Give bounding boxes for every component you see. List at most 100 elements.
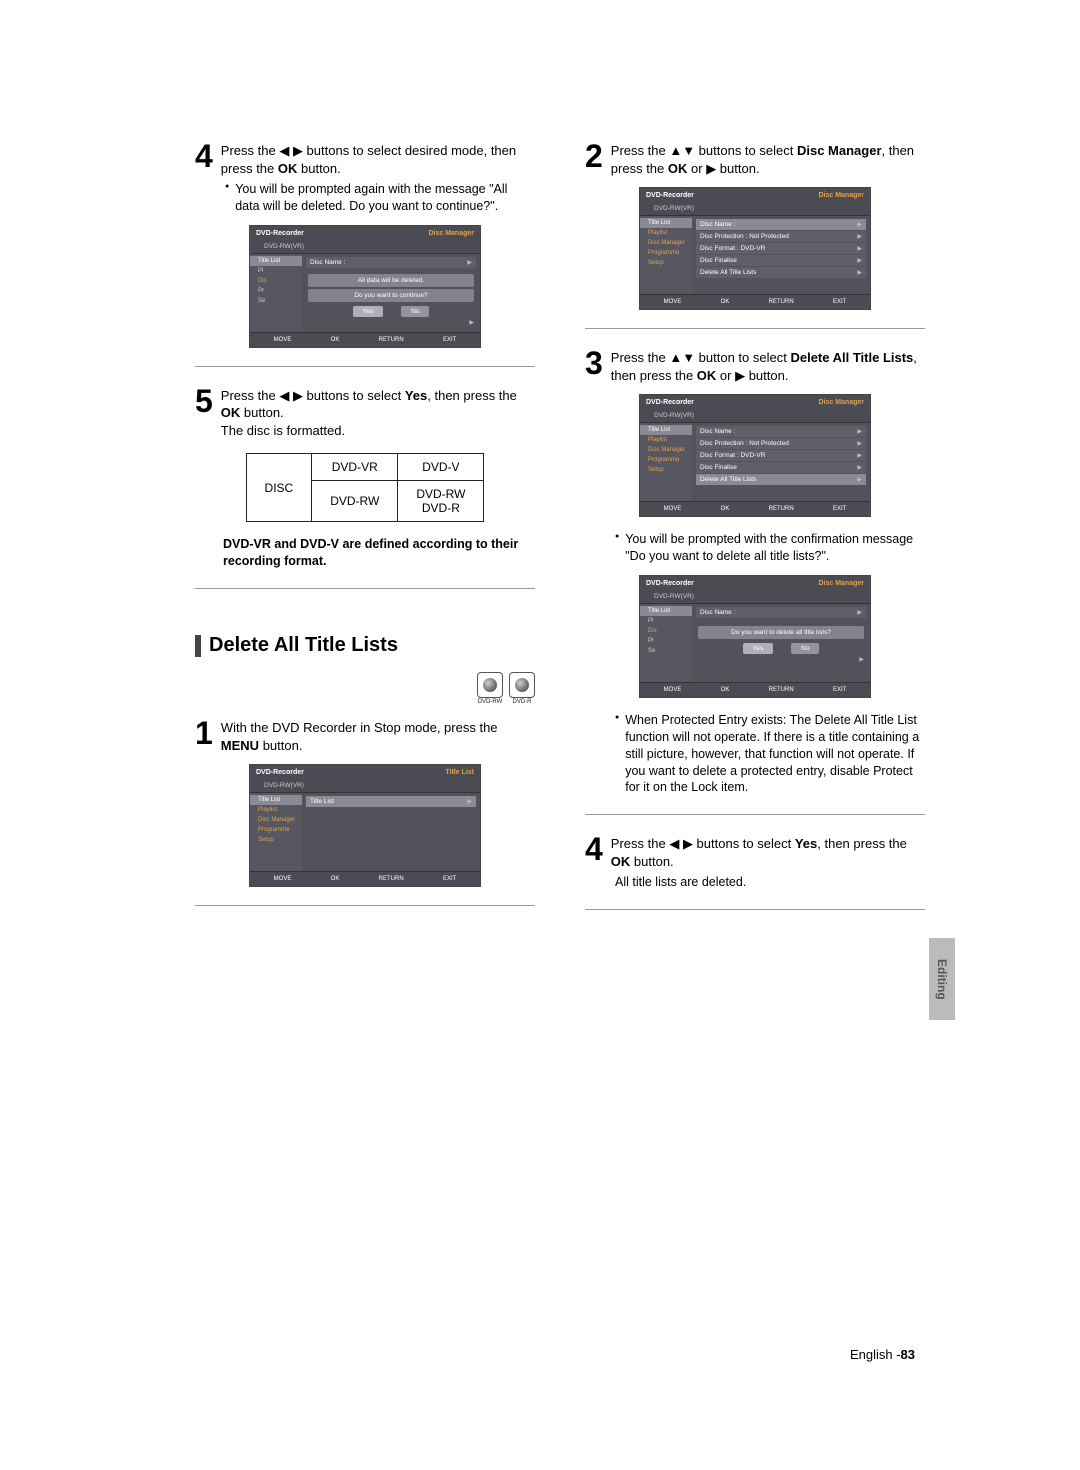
cell-disc: DISC <box>246 454 312 522</box>
sidebar-item: Dis <box>250 276 302 286</box>
left-step-4-bullet: You will be prompted again with the mess… <box>225 181 535 215</box>
mock-button-row: Yes No <box>306 304 476 319</box>
sidebar-item: Disc Manager <box>640 445 692 455</box>
step-number: 4 <box>585 833 603 865</box>
right-step-2: 2 Press the ▲▼ buttons to select Disc Ma… <box>585 140 925 177</box>
mock-sidebar: Title List Pl Dis Pr Se <box>250 254 302 332</box>
mock-title: DVD-Recorder <box>256 230 304 237</box>
sidebar-item: Programme <box>640 248 692 258</box>
badge-dvd-rw: DVD-RW <box>477 672 503 705</box>
footer-ok: OK <box>331 337 340 343</box>
table-caption: DVD-VR and DVD-V are defined according t… <box>223 536 535 570</box>
sidebar-item: Pl <box>250 266 302 276</box>
mock-section: Disc Manager <box>428 230 474 237</box>
sidebar-item: Dis <box>640 626 692 636</box>
mock-prompt: Do you want to continue? <box>308 289 474 302</box>
play-icon: ▶ <box>735 368 745 383</box>
step-number: 4 <box>195 140 213 172</box>
sidebar-item: Se <box>640 646 692 656</box>
footer-exit: EXIT <box>443 337 456 343</box>
sidebar-item: Playlist <box>640 435 692 445</box>
mock-row: Title List▶ <box>306 796 476 807</box>
arrow-icons: ◀ ▶ <box>279 143 303 158</box>
section-heading: Delete All Title Lists <box>195 634 535 657</box>
sidebar-item: Title List <box>250 795 302 805</box>
step-number: 3 <box>585 347 603 379</box>
sidebar-item: Programme <box>640 455 692 465</box>
left-step-5: 5 Press the ◀ ▶ buttons to select Yes, t… <box>195 385 535 440</box>
footer-move: MOVE <box>274 337 292 343</box>
sidebar-item: Pr <box>640 636 692 646</box>
mock-screenshot-title-list: DVD-Recorder Title List DVD-RW(VR) Title… <box>249 764 481 887</box>
divider <box>585 814 925 815</box>
footer-return: RETURN <box>379 337 404 343</box>
step-number: 2 <box>585 140 603 172</box>
step-body: With the DVD Recorder in Stop mode, pres… <box>221 717 535 754</box>
disc-badges: DVD-RW DVD-R <box>195 672 535 705</box>
page-footer: English -83 <box>850 1347 915 1362</box>
sidebar-item: Setup <box>250 835 302 845</box>
right-step-4: 4 Press the ◀ ▶ buttons to select Yes, t… <box>585 833 925 870</box>
mock-header: DVD-Recorder Disc Manager <box>250 226 480 241</box>
sidebar-item: Pl <box>640 616 692 626</box>
mock-no: No <box>791 643 819 654</box>
sidebar-item: Playlist <box>250 805 302 815</box>
arrow-icons: ◀ ▶ <box>279 388 303 403</box>
format-table: DISC DVD-VR DVD-V DVD-RW DVD-RWDVD-R <box>246 453 485 522</box>
right-step-3: 3 Press the ▲▼ button to select Delete A… <box>585 347 925 384</box>
text: Press the <box>221 143 280 158</box>
sidebar-item: Se <box>250 296 302 306</box>
ok-label: OK <box>278 161 298 176</box>
mock-section: Title List <box>445 769 474 776</box>
mock-row: Disc Name :▶ <box>306 257 476 268</box>
mock-screenshot-delete-confirm: DVD-RecorderDisc Manager DVD-RW(VR) Titl… <box>639 575 871 698</box>
cell: DVD-RW <box>312 481 398 522</box>
mock-no: No <box>401 306 429 317</box>
sidebar-item: Disc Manager <box>640 238 692 248</box>
sidebar-item: Disc Manager <box>250 815 302 825</box>
mock-screenshot-delete-all-selected: DVD-RecorderDisc Manager DVD-RW(VR) Titl… <box>639 394 871 517</box>
mock-screenshot-disc-manager: DVD-RecorderDisc Manager DVD-RW(VR) Titl… <box>639 187 871 310</box>
sidebar-item: Playlist <box>640 228 692 238</box>
mock-yes: Yes <box>743 643 774 654</box>
cell: DVD-VR <box>312 454 398 481</box>
step-number: 5 <box>195 385 213 417</box>
mock-title: DVD-Recorder <box>256 769 304 776</box>
right-column: 2 Press the ▲▼ buttons to select Disc Ma… <box>585 140 925 928</box>
arrow-icons: ◀ ▶ <box>669 836 693 851</box>
badge-dvd-r: DVD-R <box>509 672 535 705</box>
mock-prompt: All data will be deleted. <box>308 274 474 287</box>
mock-yes: Yes <box>353 306 384 317</box>
step-body: Press the ◀ ▶ buttons to select desired … <box>221 140 535 177</box>
step-body: Press the ◀ ▶ buttons to select Yes, the… <box>221 385 535 440</box>
play-icon: ▶ <box>706 161 716 176</box>
arrow-icons: ▲▼ <box>669 350 695 365</box>
sidebar-item: Title List <box>640 218 692 228</box>
mock-subheader: DVD-RW(VR) <box>250 780 480 793</box>
sidebar-item: Pr <box>250 286 302 296</box>
mock-footer: MOVE OK RETURN EXIT <box>250 332 480 347</box>
right-step-3-bullet-2: When Protected Entry exists: The Delete … <box>615 712 925 796</box>
mock-screenshot-format-confirm: DVD-Recorder Disc Manager DVD-RW(VR) Tit… <box>249 225 481 348</box>
cell: DVD-V <box>398 454 484 481</box>
left-step-1: 1 With the DVD Recorder in Stop mode, pr… <box>195 717 535 754</box>
right-step-4-subnote: All title lists are deleted. <box>615 874 925 891</box>
sidebar-item: Setup <box>640 465 692 475</box>
sidebar-item: Programme <box>250 825 302 835</box>
divider <box>585 328 925 329</box>
cell: DVD-RWDVD-R <box>398 481 484 522</box>
sidebar-item: Title List <box>640 606 692 616</box>
divider <box>195 366 535 367</box>
divider <box>195 905 535 906</box>
divider <box>585 909 925 910</box>
right-step-3-bullet: You will be prompted with the confirmati… <box>615 531 925 565</box>
sidebar-item: Title List <box>250 256 302 266</box>
mock-subheader: DVD-RW(VR) <box>250 241 480 254</box>
left-step-4: 4 Press the ◀ ▶ buttons to select desire… <box>195 140 535 177</box>
bullet-text: You will be prompted again with the mess… <box>235 181 535 215</box>
text: button. <box>297 161 340 176</box>
mock-main: Disc Name :▶ All data will be deleted. D… <box>302 254 480 332</box>
left-column: 4 Press the ◀ ▶ buttons to select desire… <box>195 140 535 928</box>
divider <box>195 588 535 589</box>
step-number: 1 <box>195 717 213 749</box>
